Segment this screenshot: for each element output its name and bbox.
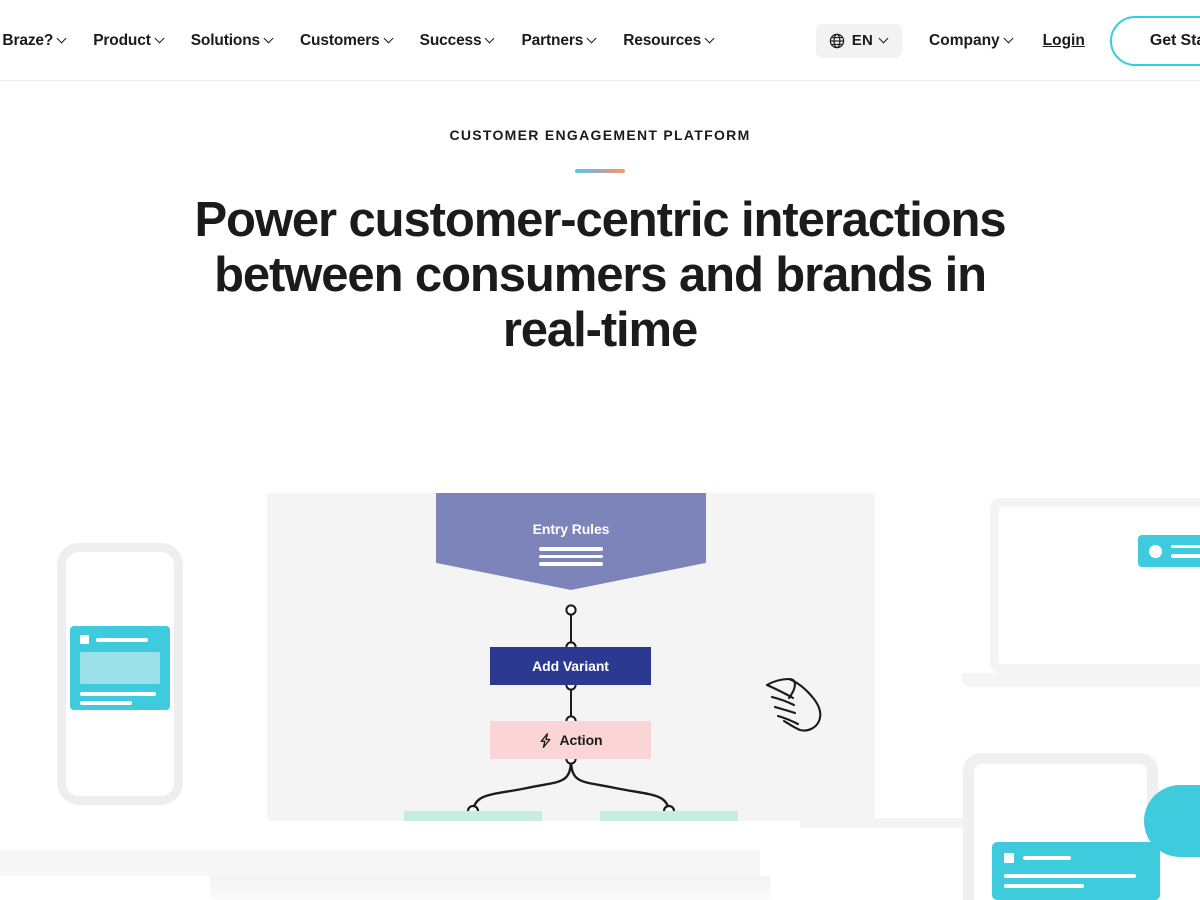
hand-pointer-icon <box>765 677 822 732</box>
nav-item-label: Product <box>93 31 151 49</box>
laptop-mockup <box>990 498 1200 673</box>
globe-icon <box>829 33 844 48</box>
nav-item-label: Partners <box>521 31 584 49</box>
chevron-down-icon <box>486 35 495 44</box>
chevron-down-icon <box>265 35 274 44</box>
nav-item-label: Resources <box>623 31 702 49</box>
toast-text-lines <box>1171 544 1200 558</box>
body-placeholder-line <box>80 692 156 696</box>
nav-item-partners[interactable]: Partners <box>521 33 597 49</box>
lightning-bolt-icon <box>540 732 550 748</box>
placeholder-line <box>539 554 603 558</box>
page-root: Why Braze? Product Solutions Customers S… <box>0 0 1200 900</box>
flow-node-label: Entry Rules <box>532 521 610 537</box>
nav-item-solutions[interactable]: Solutions <box>191 33 274 49</box>
chevron-down-icon <box>156 35 165 44</box>
chevron-down-icon <box>58 35 67 44</box>
language-code: EN <box>851 32 874 49</box>
journey-canvas: Entry Rules Add Variant Action <box>267 493 875 821</box>
nav-item-success[interactable]: Success <box>420 33 496 49</box>
title-placeholder-line <box>96 637 148 642</box>
flow-node-action[interactable]: Action <box>490 721 651 759</box>
desk-surface-band-secondary <box>210 876 770 900</box>
nav-item-resources[interactable]: Resources <box>623 33 715 49</box>
toast-placeholder-line <box>1171 554 1200 558</box>
flow-node-label: Action <box>559 732 603 748</box>
card-body-lines <box>80 692 160 705</box>
card-header-row <box>80 635 160 644</box>
nav-item-product[interactable]: Product <box>93 33 165 49</box>
language-selector[interactable]: EN <box>815 23 903 58</box>
body-placeholder-line <box>80 701 132 705</box>
card-body-lines <box>1004 874 1148 888</box>
desktop-toast-notification <box>1138 535 1200 567</box>
placeholder-line <box>539 562 603 566</box>
chevron-down-icon <box>588 35 597 44</box>
hero-section: CUSTOMER ENGAGEMENT PLATFORM Power custo… <box>0 81 1200 358</box>
login-link[interactable]: Login <box>1043 33 1085 49</box>
avatar-placeholder <box>1149 544 1162 558</box>
body-placeholder-line <box>1004 884 1084 888</box>
laptop-base <box>962 673 1200 687</box>
card-image-placeholder <box>80 652 160 684</box>
card-header-row <box>1004 853 1148 863</box>
flow-node-add-variant[interactable]: Add Variant <box>490 647 651 685</box>
tablet-in-app-message-card <box>992 842 1160 900</box>
nav-item-label: Customers <box>300 31 380 49</box>
nav-item-why-braze[interactable]: Why Braze? <box>0 33 67 49</box>
gradient-divider <box>575 169 625 173</box>
nav-item-label: Why Braze? <box>0 31 54 49</box>
flow-node-branch-right[interactable] <box>600 811 738 821</box>
app-icon-placeholder <box>80 635 89 644</box>
chevron-down-icon <box>706 35 715 44</box>
phone-mockup <box>57 543 183 805</box>
chevron-down-icon <box>880 35 889 44</box>
flow-node-label: Add Variant <box>532 658 609 674</box>
hero-eyebrow: CUSTOMER ENGAGEMENT PLATFORM <box>449 127 751 143</box>
title-placeholder-line <box>1023 856 1071 860</box>
desk-surface-band <box>0 850 760 876</box>
placeholder-line <box>539 547 603 551</box>
app-icon-placeholder <box>1004 853 1014 863</box>
tablet-mockup <box>963 753 1160 900</box>
nav-item-label: Solutions <box>190 31 260 49</box>
toast-placeholder-line <box>1171 544 1200 548</box>
page-title: Power customer-centric interactions betw… <box>194 193 1006 357</box>
phone-push-notification-card <box>70 626 170 710</box>
nav-item-customers[interactable]: Customers <box>300 33 394 49</box>
flow-node-branch-left[interactable] <box>404 811 542 821</box>
chevron-down-icon <box>1005 35 1014 44</box>
nav-item-label: Success <box>419 31 482 49</box>
get-started-button[interactable]: Get Started <box>1109 15 1200 66</box>
site-header: Why Braze? Product Solutions Customers S… <box>0 0 1200 81</box>
body-placeholder-line <box>1004 874 1136 878</box>
nav-item-label: Company <box>929 31 1000 49</box>
utility-navigation: EN Company Login Get Started <box>815 0 1200 81</box>
entry-rules-placeholder-lines <box>539 547 603 566</box>
nav-item-company[interactable]: Company <box>929 33 1014 49</box>
chevron-down-icon <box>385 35 394 44</box>
primary-navigation: Why Braze? Product Solutions Customers S… <box>0 0 715 81</box>
